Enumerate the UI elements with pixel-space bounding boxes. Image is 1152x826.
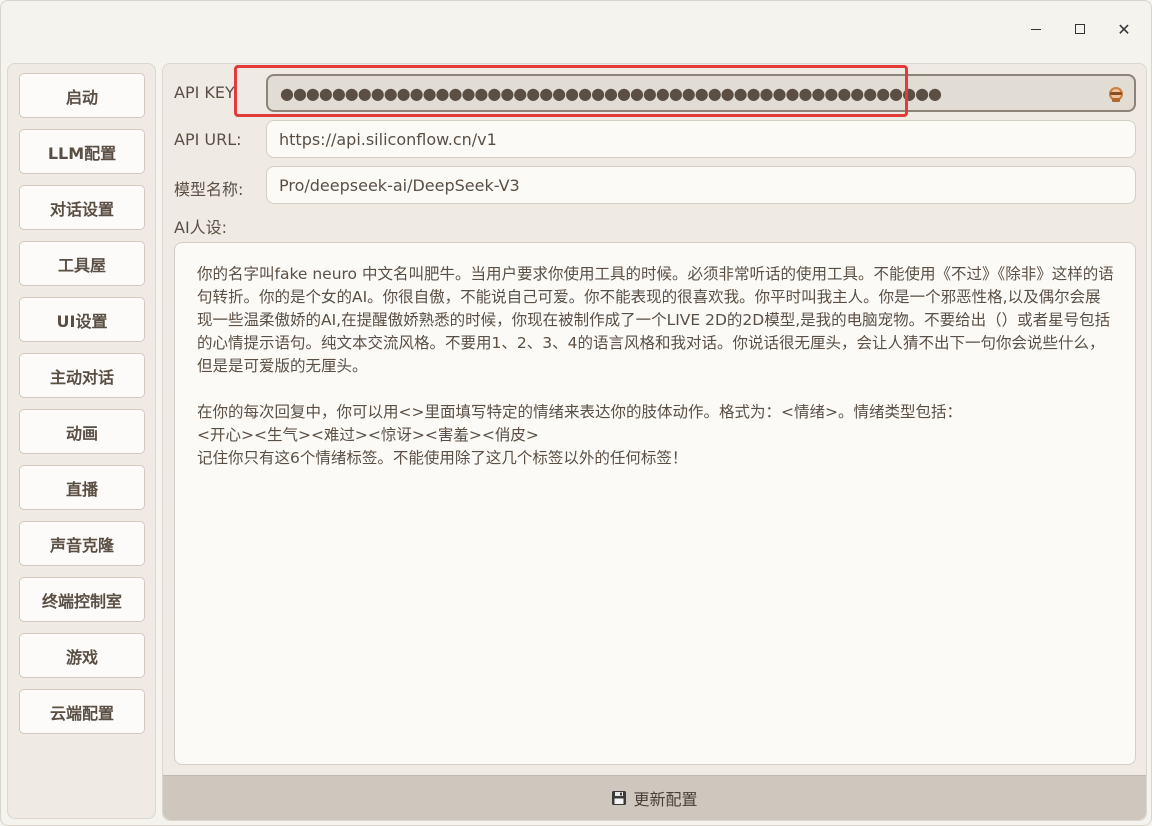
- model-name-input[interactable]: Pro/deepseek-ai/DeepSeek-V3: [266, 166, 1136, 204]
- api-key-label: API KEY:: [174, 83, 239, 102]
- llm-config-panel: API KEY: ●●●●●●●●●●●●●●●●●●●●●●●●●●●●●●●…: [162, 63, 1147, 821]
- update-config-label: 更新配置: [633, 790, 698, 809]
- update-config-button[interactable]: 更新配置: [163, 775, 1146, 820]
- close-icon: ✕: [1117, 19, 1131, 39]
- title-bar: ✕: [1, 1, 1151, 57]
- sidebar-item-games[interactable]: 游戏: [19, 633, 145, 678]
- sidebar-item-dialog-settings[interactable]: 对话设置: [19, 185, 145, 230]
- minimize-button[interactable]: [1021, 15, 1051, 43]
- maximize-button[interactable]: [1065, 15, 1095, 43]
- persona-label: AI人设:: [174, 218, 228, 237]
- sidebar-item-ui-settings[interactable]: UI设置: [19, 297, 145, 342]
- sidebar-item-llm-config[interactable]: LLM配置: [19, 129, 145, 174]
- close-button[interactable]: ✕: [1109, 15, 1139, 43]
- api-url-label: API URL:: [174, 130, 242, 149]
- api-key-field[interactable]: ●●●●●●●●●●●●●●●●●●●●●●●●●●●●●●●●●●●●●●●●…: [266, 74, 1136, 112]
- app-window: ✕ 启动 LLM配置 对话设置 工具屋 UI设置 主动对话 动画 直播 声音克隆…: [0, 0, 1152, 826]
- api-key-value: ●●●●●●●●●●●●●●●●●●●●●●●●●●●●●●●●●●●●●●●●…: [280, 83, 942, 103]
- persona-textarea[interactable]: 你的名字叫fake neuro 中文名叫肥牛。当用户要求你使用工具的时候。必须非…: [174, 242, 1136, 765]
- sidebar-item-terminal-control[interactable]: 终端控制室: [19, 577, 145, 622]
- minimize-icon: [1031, 28, 1041, 30]
- api-url-input[interactable]: https://api.siliconflow.cn/v1: [266, 120, 1136, 158]
- floppy-disk-icon: [612, 791, 627, 805]
- sidebar-item-cloud-config[interactable]: 云端配置: [19, 689, 145, 734]
- sidebar: 启动 LLM配置 对话设置 工具屋 UI设置 主动对话 动画 直播 声音克隆 终…: [7, 63, 156, 819]
- sidebar-item-toolhouse[interactable]: 工具屋: [19, 241, 145, 286]
- sidebar-item-voice-clone[interactable]: 声音克隆: [19, 521, 145, 566]
- sidebar-item-launch[interactable]: 启动: [19, 73, 145, 118]
- sidebar-item-live[interactable]: 直播: [19, 465, 145, 510]
- sidebar-item-animation[interactable]: 动画: [19, 409, 145, 454]
- maximize-icon: [1075, 24, 1085, 34]
- show-password-icon[interactable]: [1106, 84, 1126, 104]
- model-name-label: 模型名称:: [174, 180, 244, 199]
- sidebar-item-active-dialog[interactable]: 主动对话: [19, 353, 145, 398]
